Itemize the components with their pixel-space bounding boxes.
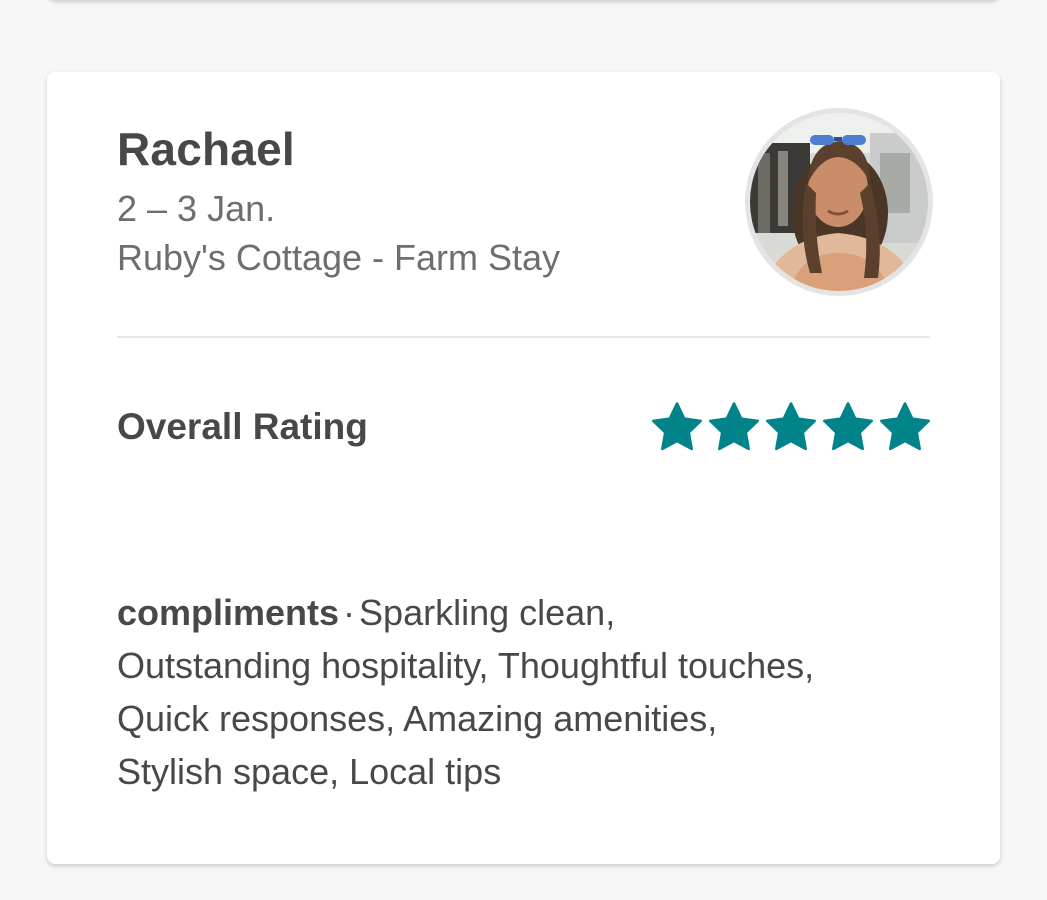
overall-rating-label: Overall Rating xyxy=(117,406,368,447)
stay-dates: 2 – 3 Jan. xyxy=(117,188,276,229)
review-card[interactable]: Rachael 2 – 3 Jan. Ruby's Cottage - Farm… xyxy=(47,72,1000,864)
compliments-label: compliments xyxy=(117,592,340,633)
avatar-photo xyxy=(750,113,928,291)
star-icon xyxy=(880,402,930,451)
listing-name: Ruby's Cottage - Farm Stay xyxy=(117,237,561,278)
guest-avatar[interactable] xyxy=(745,108,933,296)
guest-name: Rachael xyxy=(117,123,295,175)
star-icon xyxy=(823,402,873,451)
star-icon xyxy=(766,402,816,451)
star-rating xyxy=(650,400,932,454)
star-icon xyxy=(652,402,702,451)
separator-dot: · xyxy=(343,592,356,633)
divider xyxy=(117,336,930,338)
compliments-text-block: compliments · Sparkling clean, Outstanding… xyxy=(117,586,817,798)
star-icon xyxy=(709,402,759,451)
